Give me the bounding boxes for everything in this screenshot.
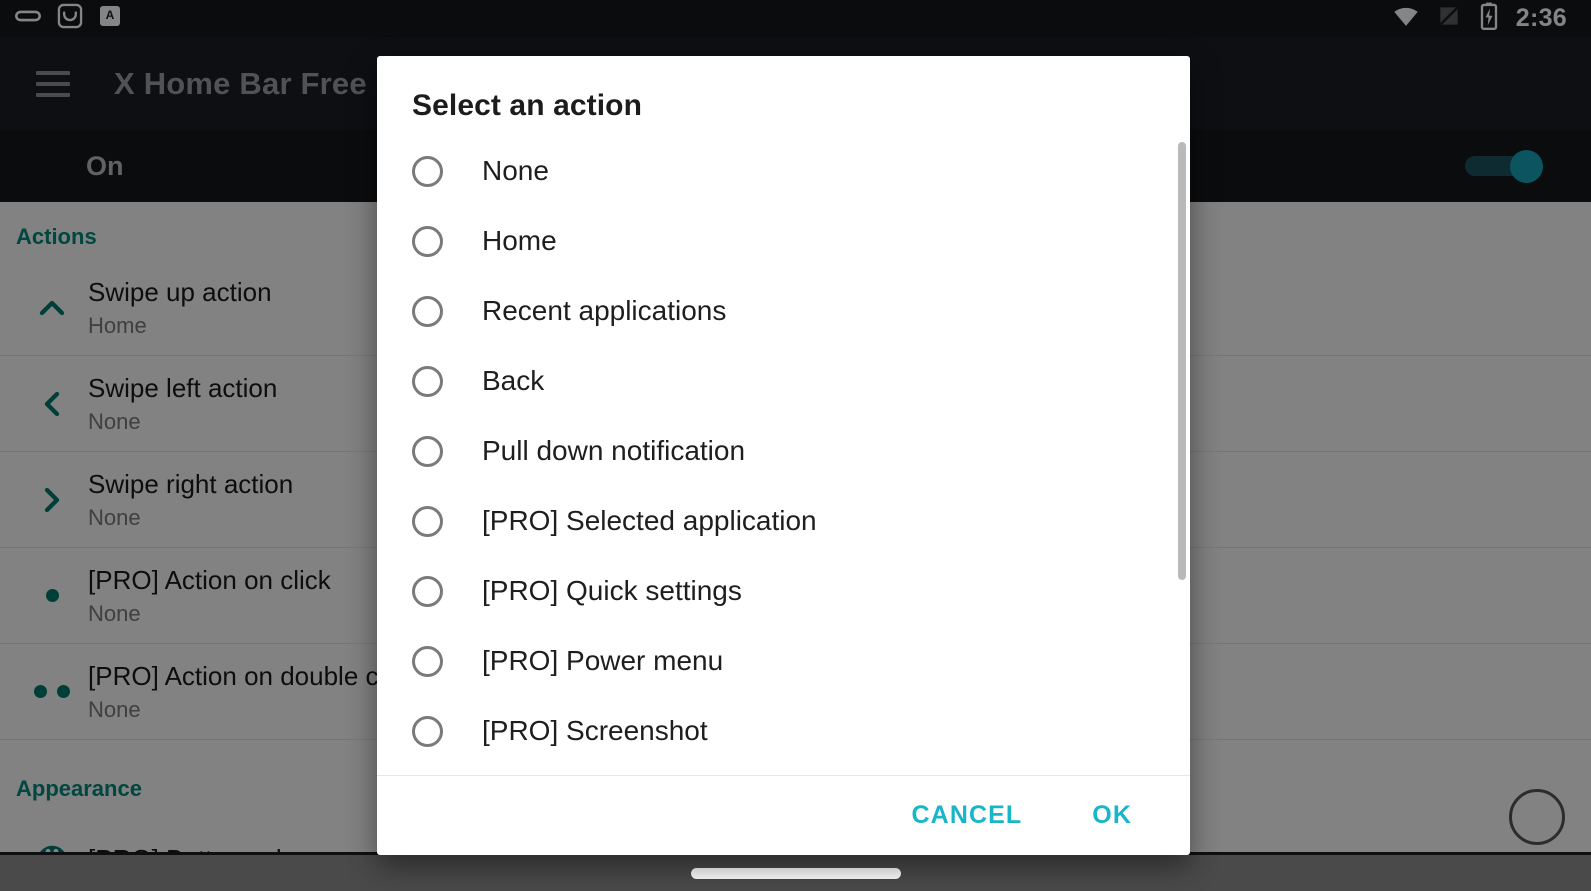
action-option-row[interactable]: [PRO] Screenshot bbox=[377, 696, 1190, 766]
navigation-bar bbox=[0, 855, 1591, 891]
dialog-scrollbar-thumb[interactable] bbox=[1178, 142, 1186, 580]
radio-button[interactable] bbox=[412, 435, 443, 467]
cancel-button[interactable]: CANCEL bbox=[890, 789, 1045, 842]
action-option-row[interactable]: Pull down notification bbox=[377, 416, 1190, 486]
action-option-label: [PRO] Quick settings bbox=[482, 575, 742, 606]
action-option-row[interactable]: Recent applications bbox=[377, 276, 1190, 346]
action-option-label: Back bbox=[482, 365, 545, 396]
action-option-label: Pull down notification bbox=[482, 435, 746, 466]
action-option-label: [PRO] Power menu bbox=[482, 645, 724, 676]
radio-button[interactable] bbox=[412, 575, 443, 607]
radio-button[interactable] bbox=[412, 505, 443, 537]
action-option-row[interactable]: None bbox=[377, 136, 1190, 206]
radio-button[interactable] bbox=[412, 225, 443, 257]
action-option-list: None Home Recent applications Back Pull down… bbox=[377, 136, 1190, 766]
action-option-row[interactable]: Home bbox=[377, 206, 1190, 276]
radio-button[interactable] bbox=[412, 645, 443, 677]
action-option-row[interactable]: [PRO] Selected application bbox=[377, 486, 1190, 556]
dialog-list-wrapper: None Home Recent applications Back Pull down… bbox=[377, 136, 1190, 775]
action-option-label: Home bbox=[482, 225, 557, 256]
home-gesture-pill[interactable] bbox=[690, 867, 901, 879]
action-option-label: None bbox=[482, 155, 549, 186]
dialog-footer: CANCEL OK bbox=[377, 775, 1190, 855]
select-action-dialog: Select an action None Home Recent applicat… bbox=[377, 56, 1190, 855]
radio-button[interactable] bbox=[412, 715, 443, 747]
action-option-label: Recent applications bbox=[482, 295, 727, 326]
radio-button[interactable] bbox=[412, 295, 443, 327]
action-option-row[interactable]: [PRO] Quick settings bbox=[377, 556, 1190, 626]
action-option-label: [PRO] Screenshot bbox=[482, 715, 708, 746]
radio-button[interactable] bbox=[412, 365, 443, 397]
action-option-label: [PRO] Selected application bbox=[482, 505, 817, 536]
radio-button[interactable] bbox=[412, 155, 443, 187]
action-option-row[interactable]: Back bbox=[377, 346, 1190, 416]
android-screen: Actions Swipe up action Home Swipe left … bbox=[0, 0, 1591, 891]
overlay-home-button[interactable] bbox=[1509, 789, 1565, 845]
ok-button[interactable]: OK bbox=[1070, 789, 1154, 842]
action-option-row[interactable]: [PRO] Power menu bbox=[377, 626, 1190, 696]
dialog-scrollbar[interactable] bbox=[1178, 136, 1186, 775]
dialog-title: Select an action bbox=[412, 89, 643, 122]
